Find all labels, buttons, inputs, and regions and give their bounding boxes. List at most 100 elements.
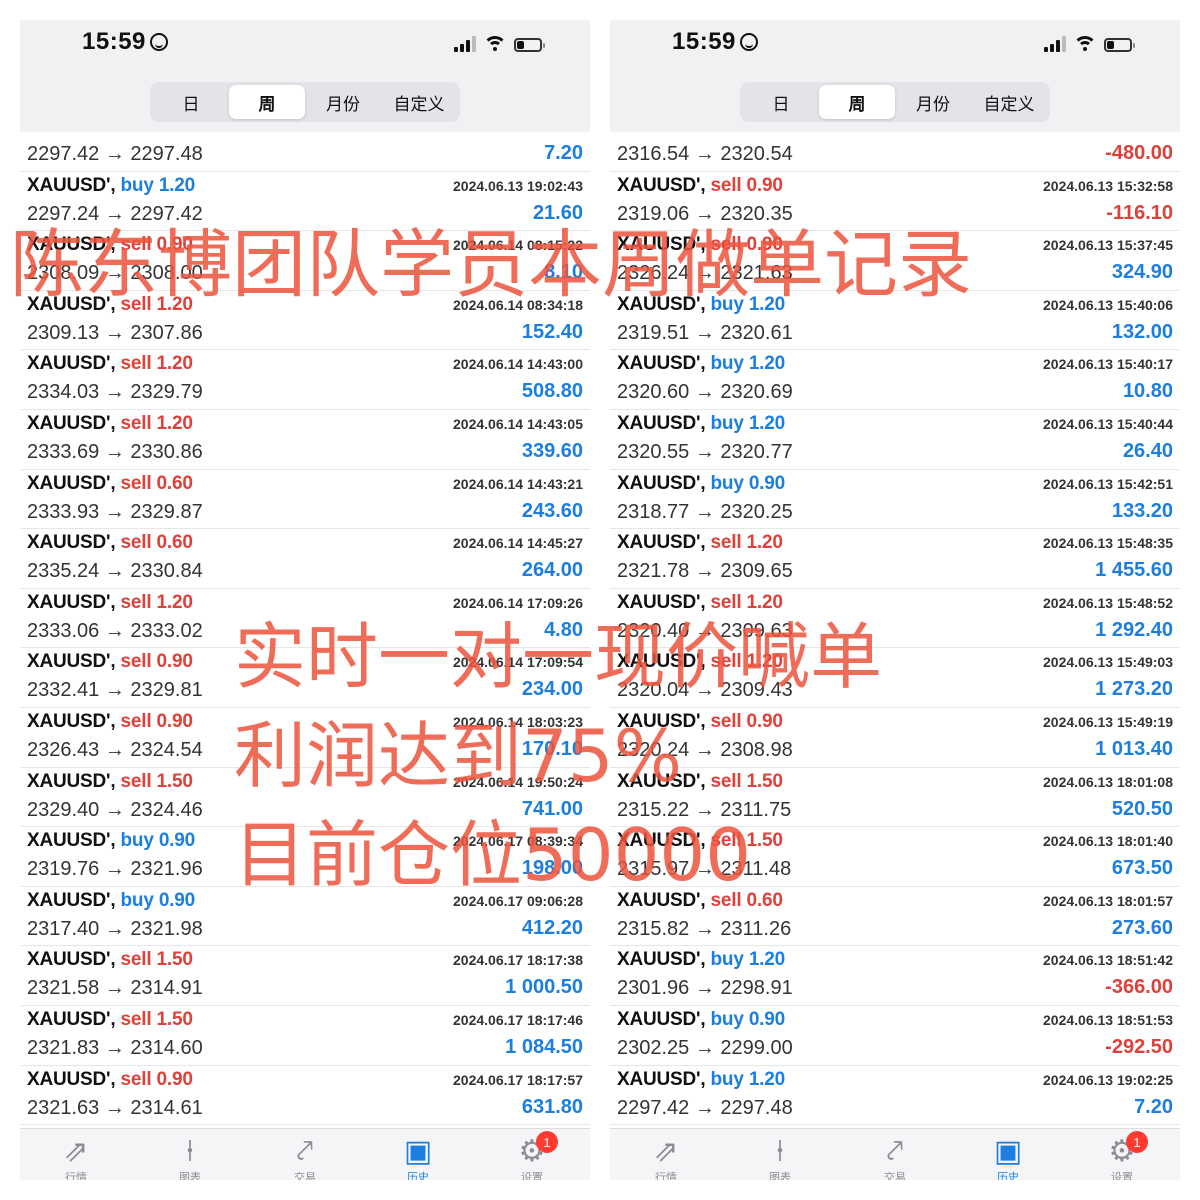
trade-row[interactable]: XAUUSD', buy 0.90 2024.06.13 15:42:51 2318… xyxy=(610,470,1180,530)
trade-symbol: XAUUSD', sell 0.90 xyxy=(27,651,193,673)
quotes-arrows-icon: ⇗ xyxy=(653,1135,679,1168)
trade-symbol: XAUUSD', buy 0.90 xyxy=(617,1009,785,1030)
status-icons xyxy=(1044,32,1135,52)
trade-row[interactable]: XAUUSD', sell 0.90 2024.06.13 15:49:19 232… xyxy=(610,708,1180,768)
trade-prices: 2297.24 → 2297.42 xyxy=(27,202,203,225)
trade-prices: 2319.06 → 2320.35 xyxy=(617,202,793,225)
trade-row[interactable]: XAUUSD', sell 1.50 2024.06.14 19:50:24 232… xyxy=(20,768,590,828)
trade-row[interactable]: XAUUSD', sell 1.50 2024.06.13 18:01:40 231… xyxy=(610,827,1180,887)
trade-row[interactable]: XAUUSD', sell 1.20 2024.06.13 15:49:03 232… xyxy=(610,648,1180,708)
trade-row[interactable]: XAUUSD', sell 1.20 2024.06.13 15:48:35 232… xyxy=(610,529,1180,589)
status-bar: 15:59 xyxy=(20,20,590,80)
trade-profit: 339.60 xyxy=(521,440,583,462)
tab-settings[interactable]: ⚙ 设置 1 xyxy=(1092,1131,1152,1180)
trade-row[interactable]: XAUUSD', sell 0.90 2024.06.13 15:32:58 231… xyxy=(610,172,1180,232)
trade-row[interactable]: XAUUSD', sell 1.20 2024.06.14 14:43:00 233… xyxy=(20,350,590,410)
tab-history[interactable]: ▣ 历史 xyxy=(388,1135,448,1180)
trade-side: sell xyxy=(120,651,152,673)
trade-side: sell xyxy=(120,711,152,732)
trade-profit: 1 455.60 xyxy=(1095,559,1173,582)
smiley-icon xyxy=(739,33,758,51)
trade-prices: 2329.40 → 2324.46 xyxy=(27,798,203,821)
trade-profit: 1 013.40 xyxy=(1095,738,1173,760)
trade-row[interactable]: XAUUSD', sell 0.90 2024.06.14 17:09:54 233… xyxy=(20,648,590,708)
trade-prices: 2319.51 → 2320.61 xyxy=(617,321,793,344)
trade-lot: 1.20 xyxy=(748,949,785,971)
trade-profit: 152.40 xyxy=(521,320,583,343)
trade-side: sell xyxy=(710,711,742,732)
battery-icon xyxy=(1104,38,1135,52)
tab-trade[interactable]: ⤤ 交易 xyxy=(275,1135,335,1180)
trade-side: sell xyxy=(120,949,152,971)
trade-time: 2024.06.14 08:34:18 xyxy=(453,296,583,313)
trade-side: sell xyxy=(120,770,152,792)
trade-row[interactable]: XAUUSD', sell 0.60 2024.06.14 14:45:27 233… xyxy=(20,529,590,589)
status-time: 15:59 xyxy=(672,28,758,56)
trade-side: sell xyxy=(120,353,152,375)
tab-quotes[interactable]: ⇗ 行情 xyxy=(46,1135,106,1180)
trade-row[interactable]: XAUUSD', buy 1.20 2024.06.13 19:02:43 2297… xyxy=(20,172,590,232)
candlestick-icon: ⍿ xyxy=(776,1135,784,1168)
trade-profit: 508.80 xyxy=(521,380,583,403)
trade-symbol: XAUUSD', sell 0.90 xyxy=(617,174,783,196)
trade-time: 2024.06.17 18:17:46 xyxy=(453,1012,583,1028)
trade-profit: 520.50 xyxy=(1111,797,1173,820)
trade-row[interactable]: XAUUSD', sell 1.20 2024.06.13 15:48:52 232… xyxy=(610,589,1180,649)
trade-prices: 2320.55 → 2320.77 xyxy=(617,441,793,463)
trade-symbol: XAUUSD', buy 1.20 xyxy=(617,1068,785,1090)
tab-chart[interactable]: ⍿ 图表 xyxy=(750,1135,810,1180)
trade-row[interactable]: XAUUSD', buy 0.90 2024.06.17 08:39:34 2319… xyxy=(20,827,590,887)
trade-row[interactable]: XAUUSD', sell 0.90 2024.06.17 18:17:57 232… xyxy=(20,1066,590,1126)
trade-row[interactable]: XAUUSD', sell 0.90 2024.06.13 15:37:45 232… xyxy=(610,231,1180,291)
cellular-signal-icon xyxy=(1044,36,1066,52)
trade-profit: 324.90 xyxy=(1111,261,1173,284)
trade-row[interactable]: XAUUSD', sell 0.90 2024.06.14 08:15:22 230… xyxy=(20,231,590,291)
trade-time: 2024.06.13 15:40:06 xyxy=(1043,296,1173,313)
trade-prices: 2326.24 → 2321.63 xyxy=(617,262,793,285)
trade-row[interactable]: XAUUSD', buy 1.20 2024.06.13 15:40:44 2320… xyxy=(610,410,1180,470)
trade-row[interactable]: XAUUSD', sell 1.50 2024.06.17 18:17:46 232… xyxy=(20,1006,590,1066)
trade-row[interactable]: XAUUSD', buy 1.20 2024.06.13 15:40:06 2319… xyxy=(610,291,1180,351)
trade-profit: -366.00 xyxy=(1105,976,1173,999)
trade-lot: 1.20 xyxy=(748,293,785,315)
trade-row[interactable]: XAUUSD', buy 1.20 2024.06.13 18:51:42 2301… xyxy=(610,946,1180,1006)
trade-row[interactable]: 2316.54 → 2320.54 -480.00 xyxy=(610,112,1180,172)
trade-lot: 1.20 xyxy=(156,591,193,613)
trade-row[interactable]: XAUUSD', buy 0.90 2024.06.13 18:51:53 2302… xyxy=(610,1006,1180,1066)
trade-lot: 1.20 xyxy=(156,293,193,315)
trade-row[interactable]: XAUUSD', sell 1.50 2024.06.13 18:01:08 231… xyxy=(610,768,1180,828)
tab-trade[interactable]: ⤤ 交易 xyxy=(865,1135,925,1180)
trade-symbol: XAUUSD', sell 1.50 xyxy=(27,770,193,792)
trade-row[interactable]: XAUUSD', sell 0.60 2024.06.14 14:43:21 233… xyxy=(20,470,590,530)
trade-time: 2024.06.14 17:09:54 xyxy=(453,654,583,671)
trade-lot: 0.60 xyxy=(156,532,193,554)
trade-lot: 1.20 xyxy=(748,1068,785,1090)
trade-profit: -480.00 xyxy=(1105,142,1173,164)
tab-settings[interactable]: ⚙ 设置 1 xyxy=(502,1131,562,1180)
trade-side: sell xyxy=(120,293,152,315)
trade-profit: 264.00 xyxy=(521,559,583,582)
trade-time: 2024.06.14 14:43:00 xyxy=(453,356,583,373)
tab-history[interactable]: ▣ 历史 xyxy=(978,1135,1038,1180)
trade-row[interactable]: XAUUSD', sell 0.60 2024.06.13 18:01:57 231… xyxy=(610,887,1180,947)
trade-time: 2024.06.13 15:32:58 xyxy=(1043,177,1173,194)
trade-prices: 2315.97 → 2311.48 xyxy=(617,858,792,881)
trade-profit: 7.20 xyxy=(544,142,583,164)
trade-row[interactable]: XAUUSD', sell 1.20 2024.06.14 14:43:05 233… xyxy=(20,410,590,470)
trade-row[interactable]: XAUUSD', sell 1.50 2024.06.17 18:17:38 232… xyxy=(20,946,590,1006)
trade-prices: 2309.13 → 2307.86 xyxy=(27,321,203,344)
trade-symbol: XAUUSD', sell 0.90 xyxy=(27,1068,193,1090)
trade-row[interactable]: 2297.42 → 2297.48 7.20 xyxy=(20,112,590,172)
trade-symbol: XAUUSD', buy 1.20 xyxy=(27,174,195,196)
tab-quotes[interactable]: ⇗ 行情 xyxy=(636,1135,696,1180)
trade-row[interactable]: XAUUSD', buy 1.20 2024.06.13 15:40:17 2320… xyxy=(610,350,1180,410)
trade-symbol: XAUUSD', sell 1.20 xyxy=(27,293,193,315)
trade-row[interactable]: XAUUSD', buy 1.20 2024.06.13 19:02:25 2297… xyxy=(610,1066,1180,1126)
trade-row[interactable]: XAUUSD', sell 1.20 2024.06.14 08:34:18 230… xyxy=(20,291,590,351)
trade-row[interactable]: XAUUSD', sell 0.90 2024.06.14 18:03:23 232… xyxy=(20,708,590,768)
trade-prices: 2297.42 → 2297.48 xyxy=(27,143,203,165)
trade-row[interactable]: XAUUSD', sell 1.20 2024.06.14 17:09:26 233… xyxy=(20,589,590,649)
trade-row[interactable]: XAUUSD', buy 0.90 2024.06.17 09:06:28 2317… xyxy=(20,887,590,947)
tab-chart[interactable]: ⍿ 图表 xyxy=(160,1135,220,1180)
trade-symbol: XAUUSD', sell 1.50 xyxy=(27,1009,193,1030)
